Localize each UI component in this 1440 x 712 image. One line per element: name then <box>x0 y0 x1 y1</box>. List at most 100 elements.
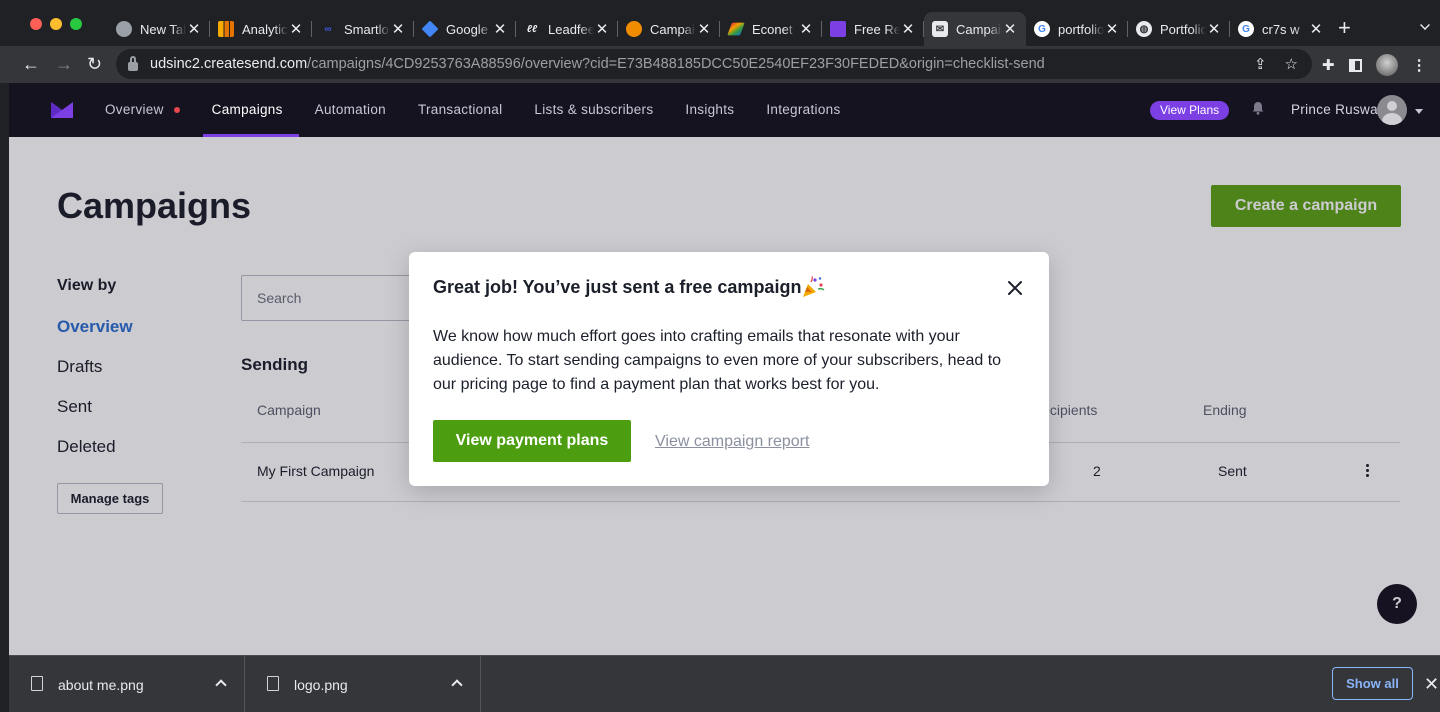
user-name[interactable]: Prince Ruswa <box>1291 83 1378 137</box>
browser-tab[interactable]: ◍ Portfolio ✕ <box>1128 12 1230 46</box>
window-minimize-button[interactable] <box>50 18 62 30</box>
tab-title: Leadfeeder <box>548 21 594 37</box>
download-item[interactable]: about me.png <box>9 656 245 712</box>
browser-tab[interactable]: Campaigns ✕ <box>618 12 720 46</box>
forward-arrow-icon[interactable]: → <box>55 53 73 75</box>
createsend-icon <box>830 21 846 37</box>
tab-title: Portfolio <box>1160 21 1206 37</box>
browser-tab[interactable]: ∞ Smartlook ✕ <box>312 12 414 46</box>
view-plans-button[interactable]: View Plans <box>1150 101 1230 120</box>
smartlook-icon: ∞ <box>324 23 332 35</box>
chevron-up-icon[interactable] <box>451 679 463 691</box>
tab-title: Campaigns <box>956 21 1002 37</box>
close-icon[interactable] <box>1007 280 1023 296</box>
nav-item-automation[interactable]: Automation <box>315 83 402 137</box>
view-campaign-report-link[interactable]: View campaign report <box>655 433 809 451</box>
tab-title: Econet <box>752 21 793 37</box>
tab-title: portfolio <box>1058 21 1104 37</box>
browser-tab-active[interactable]: ✉ Campaigns ✕ <box>924 12 1026 46</box>
window-maximize-button[interactable] <box>70 18 82 30</box>
close-tab-icon[interactable]: ✕ <box>696 20 712 38</box>
close-tab-icon[interactable]: ✕ <box>798 20 814 38</box>
close-tab-icon[interactable]: ✕ <box>1002 20 1018 38</box>
address-bar[interactable]: udsinc2.createsend.com/campaigns/4CD9253… <box>116 49 1312 79</box>
tab-title: Analytics <box>242 21 288 37</box>
tab-title: Campaigns <box>650 21 696 37</box>
modal-body-text: We know how much effort goes into crafti… <box>433 328 1002 393</box>
download-item[interactable]: logo.png <box>245 656 481 712</box>
lock-icon <box>128 55 138 71</box>
download-file-name: logo.png <box>294 677 348 693</box>
nav-item-transactional[interactable]: Transactional <box>418 83 518 137</box>
show-all-downloads-button[interactable]: Show all <box>1332 667 1413 700</box>
extensions-puzzle-icon[interactable]: ✚ <box>1322 56 1335 74</box>
close-tab-icon[interactable]: ✕ <box>186 20 202 38</box>
google-ads-icon <box>421 20 439 38</box>
globe-icon: ◍ <box>1136 21 1152 37</box>
browser-tab[interactable]: Analytics ✕ <box>210 12 312 46</box>
campaign-orange-icon <box>626 21 642 37</box>
campaign-sent-modal: Great job! You’ve just sent a free campa… <box>409 252 1049 486</box>
campaigns-page: Campaigns Create a campaign View by Over… <box>9 137 1440 655</box>
file-icon <box>267 676 279 691</box>
browser-tabs: New Tab ✕ Analytics ✕ ∞ Smartlook ✕ Goog… <box>108 12 1332 46</box>
url-text: udsinc2.createsend.com/campaigns/4CD9253… <box>150 56 1045 72</box>
app-navbar: Overview Campaigns Automation Transactio… <box>9 83 1440 137</box>
close-tab-icon[interactable]: ✕ <box>390 20 406 38</box>
nav-item-lists-subscribers[interactable]: Lists & subscribers <box>534 83 669 137</box>
tab-search-icon[interactable] <box>1420 20 1430 30</box>
nav-item-insights[interactable]: Insights <box>685 83 750 137</box>
party-popper-icon <box>803 276 825 297</box>
tab-title: New Tab <box>140 21 186 37</box>
browser-tab[interactable]: Free Resources ✕ <box>822 12 924 46</box>
close-tab-icon[interactable]: ✕ <box>288 20 304 38</box>
tab-title: Smartlook <box>344 21 390 37</box>
close-tab-icon[interactable]: ✕ <box>1308 20 1324 38</box>
close-tab-icon[interactable]: ✕ <box>492 20 508 38</box>
leadfeeder-icon: ℓℓ <box>526 23 538 35</box>
econet-icon <box>727 22 745 36</box>
bookmark-star-icon[interactable]: ☆ <box>1285 55 1298 73</box>
browser-tab[interactable]: G cr7s w ✕ <box>1230 12 1332 46</box>
browser-menu-icon[interactable]: ⋮ <box>1412 56 1427 74</box>
view-payment-plans-button[interactable]: View payment plans <box>433 420 631 462</box>
tab-title: cr7s w <box>1262 21 1300 37</box>
browser-tab[interactable]: Econet ✕ <box>720 12 822 46</box>
close-tab-icon[interactable]: ✕ <box>900 20 916 38</box>
modal-title: Great job! You’ve just sent a free campa… <box>433 277 802 297</box>
file-icon <box>31 676 43 691</box>
close-tab-icon[interactable]: ✕ <box>1104 20 1120 38</box>
browser-toolbar: ← → ↻ udsinc2.createsend.com/campaigns/4… <box>0 46 1440 83</box>
campaign-monitor-icon: ✉ <box>932 21 948 37</box>
chevron-up-icon[interactable] <box>215 679 227 691</box>
back-arrow-icon[interactable]: ← <box>22 53 40 75</box>
nav-item-campaigns[interactable]: Campaigns <box>202 83 299 137</box>
window-close-button[interactable] <box>30 18 42 30</box>
close-icon[interactable]: ✕ <box>1424 675 1439 693</box>
close-tab-icon[interactable]: ✕ <box>594 20 610 38</box>
tab-title: Free Resources <box>854 21 900 37</box>
tab-title: Google Ads <box>446 21 492 37</box>
analytics-icon <box>218 21 234 37</box>
chevron-down-icon[interactable] <box>1415 109 1423 114</box>
chrome-icon <box>116 21 132 37</box>
browser-tab[interactable]: Google Ads ✕ <box>414 12 516 46</box>
browser-profile-avatar[interactable] <box>1375 54 1398 76</box>
download-shelf: about me.png logo.png Show all ✕ <box>9 655 1440 712</box>
browser-tab-strip: New Tab ✕ Analytics ✕ ∞ Smartlook ✕ Goog… <box>0 0 1440 46</box>
campaign-monitor-logo[interactable] <box>51 102 73 118</box>
new-tab-button[interactable]: + <box>1338 17 1351 39</box>
browser-tab[interactable]: ℓℓ Leadfeeder ✕ <box>516 12 618 46</box>
nav-item-overview[interactable]: Overview <box>105 83 196 137</box>
user-avatar[interactable] <box>1377 95 1407 125</box>
browser-tab[interactable]: New Tab ✕ <box>108 12 210 46</box>
share-icon[interactable]: ⇪ <box>1254 55 1267 73</box>
bell-icon[interactable] <box>1251 101 1265 115</box>
google-icon: G <box>1034 21 1050 37</box>
nav-item-integrations[interactable]: Integrations <box>766 83 856 137</box>
close-tab-icon[interactable]: ✕ <box>1206 20 1222 38</box>
reload-icon[interactable]: ↻ <box>87 53 102 75</box>
browser-tab[interactable]: G portfolio ✕ <box>1026 12 1128 46</box>
download-file-name: about me.png <box>58 677 144 693</box>
side-panel-icon[interactable] <box>1348 58 1362 72</box>
